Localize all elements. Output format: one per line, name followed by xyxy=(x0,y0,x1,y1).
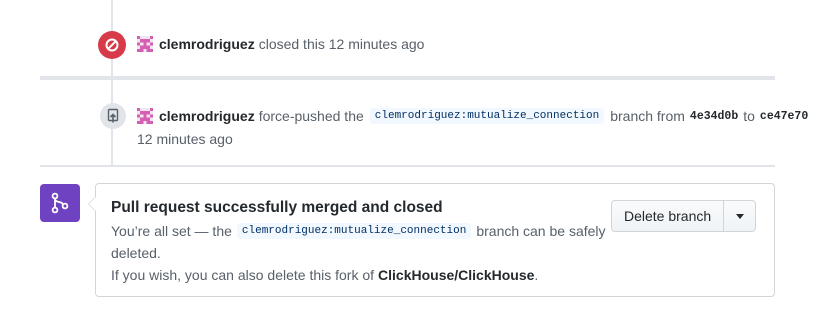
to-text: to xyxy=(743,108,755,124)
merge-message-line2: deleted. xyxy=(111,245,161,261)
delete-branch-button-group: Delete branch xyxy=(611,200,757,232)
fork-repo-link[interactable]: ClickHouse/ClickHouse xyxy=(378,267,534,283)
circle-slash-icon xyxy=(105,38,119,52)
merge-status-message-cont: deleted. xyxy=(111,245,161,261)
merge-status-message: You’re all set — the clemrodriguez:mutua… xyxy=(111,223,606,239)
merge-status-icon-box xyxy=(40,184,80,222)
merge-status-box: Pull request successfully merged and clo… xyxy=(88,183,775,297)
timeline-divider xyxy=(40,76,775,80)
push-action-text: force-pushed the xyxy=(258,108,364,124)
event-author[interactable]: clemrodriguez xyxy=(159,36,255,52)
event-author[interactable]: clemrodriguez xyxy=(159,108,255,124)
push-event-time-row: 12 minutes ago xyxy=(137,131,233,147)
repo-push-icon xyxy=(107,108,119,123)
fork-hint-prefix: If you wish, you can also delete this fo… xyxy=(111,267,375,283)
avatar[interactable] xyxy=(137,36,153,52)
timeline-line xyxy=(111,0,113,165)
merge-message-suffix: branch can be safely xyxy=(476,223,606,239)
fork-hint-suffix: . xyxy=(534,267,539,283)
push-event-time[interactable]: 12 minutes ago xyxy=(137,131,233,147)
branch-from-text: branch from xyxy=(610,108,685,124)
merge-status-title: Pull request successfully merged and clo… xyxy=(111,199,443,216)
avatar[interactable] xyxy=(137,108,153,124)
branch-label[interactable]: clemrodriguez:mutualize_connection xyxy=(369,108,605,124)
from-commit-sha[interactable]: 4e34d0b xyxy=(690,110,738,123)
caret-down-icon xyxy=(735,213,744,219)
delete-branch-dropdown-button[interactable] xyxy=(724,200,757,232)
merge-message-prefix: You’re all set — the xyxy=(111,223,232,239)
closed-badge xyxy=(98,31,126,59)
fork-delete-hint: If you wish, you can also delete this fo… xyxy=(111,267,538,283)
git-merge-icon xyxy=(51,192,69,214)
timeline-end-divider xyxy=(40,165,775,167)
closed-event-text: closed this 12 minutes ago xyxy=(258,36,425,52)
closed-event: clemrodriguez closed this 12 minutes ago xyxy=(137,36,424,52)
push-badge xyxy=(100,103,126,129)
branch-label[interactable]: clemrodriguez:mutualize_connection xyxy=(236,223,472,239)
push-event: clemrodriguez force-pushed the clemrodri… xyxy=(137,108,813,124)
to-commit-sha[interactable]: ce47e70 xyxy=(760,110,808,123)
delete-branch-button[interactable]: Delete branch xyxy=(611,200,725,232)
